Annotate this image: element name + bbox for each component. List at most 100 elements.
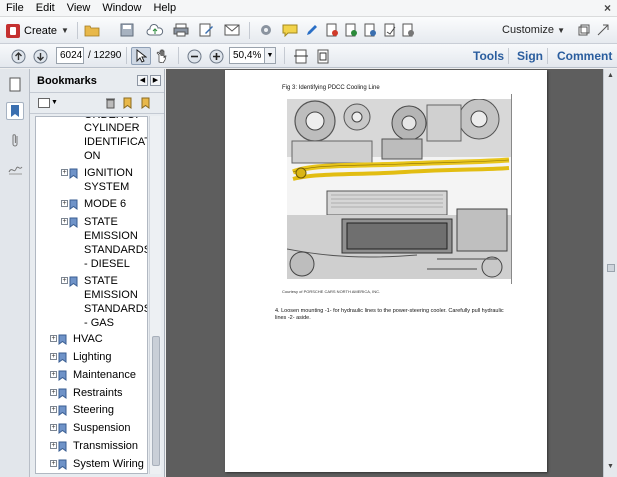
bookmark-icon xyxy=(69,276,78,287)
expand-plus-icon[interactable]: + xyxy=(61,277,68,284)
attach-icon[interactable] xyxy=(341,21,361,39)
document-viewer[interactable]: Fig 3: Identifying PDCC Cooling Line Cou… xyxy=(166,69,603,477)
create-label: Create xyxy=(24,24,58,37)
fit-page-icon[interactable] xyxy=(313,47,333,65)
bookmark-icon xyxy=(58,334,67,345)
expand-plus-icon[interactable]: + xyxy=(61,218,68,225)
expand-plus-icon[interactable]: + xyxy=(50,353,57,360)
expand-panel-icon[interactable] xyxy=(597,24,609,36)
bookmarks-scrollbar[interactable] xyxy=(149,116,161,474)
sign-document-icon[interactable] xyxy=(380,21,400,39)
bookmark-icon xyxy=(58,352,67,363)
toolbar-separator xyxy=(126,47,127,64)
delete-page-icon[interactable] xyxy=(322,21,342,39)
bookmarks-toolbar: ▼ xyxy=(30,93,164,114)
highlight-icon[interactable] xyxy=(302,21,322,39)
bookmarks-panel-header: Bookmarks ◀ ▶ xyxy=(30,69,164,93)
pdf-page: Fig 3: Identifying PDCC Cooling Line Cou… xyxy=(225,70,547,472)
scroll-down-arrow-icon[interactable]: ▼ xyxy=(607,463,614,470)
main-toolbar: Create ▼ Customize ▼ xyxy=(0,17,617,44)
bookmark-icon xyxy=(69,217,78,228)
attachments-paperclip-icon[interactable] xyxy=(6,131,24,149)
page-number-input[interactable]: 6024 xyxy=(56,47,84,64)
chevron-down-icon: ▼ xyxy=(61,26,69,35)
edit-document-icon[interactable] xyxy=(196,21,216,39)
new-bookmark-icon[interactable] xyxy=(122,97,134,112)
bookmarks-title: Bookmarks xyxy=(37,75,97,87)
expand-plus-icon[interactable]: + xyxy=(50,389,57,396)
open-folder-icon[interactable] xyxy=(82,21,102,39)
cloud-upload-icon[interactable] xyxy=(145,21,165,39)
print-icon[interactable] xyxy=(171,21,191,39)
menu-edit[interactable]: Edit xyxy=(30,0,61,17)
bookmark-icon xyxy=(58,388,67,399)
scroll-up-arrow-icon[interactable]: ▲ xyxy=(607,72,614,79)
previous-page-icon[interactable] xyxy=(8,47,28,65)
procedure-step-text: 4. Loosen mounting -1- for hydraulic lin… xyxy=(275,308,504,321)
tools-link[interactable]: Tools xyxy=(473,49,504,63)
options-menu-icon[interactable] xyxy=(38,98,50,108)
create-pdf-icon xyxy=(6,23,20,38)
navigation-rail xyxy=(0,69,30,477)
page-total: / 12290 xyxy=(88,50,122,61)
export-icon[interactable] xyxy=(398,21,418,39)
email-icon[interactable] xyxy=(222,21,242,39)
create-button[interactable]: Create ▼ xyxy=(6,21,69,40)
expand-bookmark-icon[interactable] xyxy=(140,97,152,112)
customize-dropdown[interactable]: Customize ▼ xyxy=(502,24,565,36)
expand-plus-icon[interactable]: + xyxy=(50,460,57,467)
toolbar-separator xyxy=(77,22,78,39)
expand-plus-icon[interactable]: + xyxy=(50,371,57,378)
figure-title: Fig 3: Identifying PDCC Cooling Line xyxy=(282,85,380,91)
close-panel-icon[interactable]: ▶ xyxy=(150,75,161,86)
expand-plus-icon[interactable]: + xyxy=(61,200,68,207)
zoom-level-input[interactable]: 50,4% xyxy=(229,47,265,64)
expand-plus-icon[interactable]: + xyxy=(50,424,57,431)
menu-window[interactable]: Window xyxy=(96,0,147,17)
bookmark-icon xyxy=(69,168,78,179)
bookmark-icon xyxy=(58,441,67,452)
restore-panel-icon[interactable] xyxy=(578,24,590,36)
toolbar-separator xyxy=(178,47,179,64)
bookmark-icon xyxy=(58,423,67,434)
next-page-icon[interactable] xyxy=(30,47,50,65)
bookmark-icon xyxy=(58,459,67,470)
document-scrollbar[interactable]: ▲ ▼ xyxy=(603,69,617,477)
comment-bubble-icon[interactable] xyxy=(280,21,300,39)
scrollbar-thumb[interactable] xyxy=(152,336,160,466)
expand-plus-icon[interactable]: + xyxy=(61,169,68,176)
signatures-icon[interactable] xyxy=(6,159,24,177)
bookmarks-ribbon-icon[interactable] xyxy=(6,102,24,120)
sign-link[interactable]: Sign xyxy=(517,49,543,63)
hand-tool-icon[interactable] xyxy=(152,47,172,65)
zoom-dropdown-chevron-icon[interactable]: ▼ xyxy=(264,47,276,64)
select-cursor-icon[interactable] xyxy=(131,47,151,65)
page-thumbnails-icon[interactable] xyxy=(6,75,24,93)
toolbar-separator xyxy=(547,48,548,64)
menu-bar: File Edit View Window Help × xyxy=(0,0,617,17)
share-icon[interactable] xyxy=(360,21,380,39)
chevron-down-icon[interactable]: ▼ xyxy=(51,99,58,106)
expand-plus-icon[interactable]: + xyxy=(50,335,57,342)
close-document-icon[interactable]: × xyxy=(604,1,611,15)
comment-link[interactable]: Comment xyxy=(557,49,612,63)
engine-figure-image xyxy=(287,99,512,279)
menu-file[interactable]: File xyxy=(0,0,30,17)
bookmarks-tree: ORDER OF CYLINDER IDENTIFICATI ON + IGNI… xyxy=(35,116,148,474)
fit-width-icon[interactable] xyxy=(291,47,311,65)
menu-help[interactable]: Help xyxy=(147,0,182,17)
navigation-toolbar: 6024 / 12290 50,4% ▼ Tools Sign Comment xyxy=(0,44,617,68)
gear-icon[interactable] xyxy=(256,21,276,39)
expand-plus-icon[interactable]: + xyxy=(50,442,57,449)
zoom-in-icon[interactable] xyxy=(206,47,226,65)
collapse-panel-icon[interactable]: ◀ xyxy=(137,75,148,86)
menu-view[interactable]: View xyxy=(61,0,97,17)
delete-bookmark-icon[interactable] xyxy=(105,97,116,112)
scrollbar-thumb[interactable] xyxy=(607,264,615,272)
toolbar-separator xyxy=(284,47,285,64)
toolbar-separator xyxy=(508,48,509,64)
bookmark-icon xyxy=(58,405,67,416)
expand-plus-icon[interactable]: + xyxy=(50,406,57,413)
save-icon[interactable] xyxy=(117,21,137,39)
zoom-out-icon[interactable] xyxy=(184,47,204,65)
